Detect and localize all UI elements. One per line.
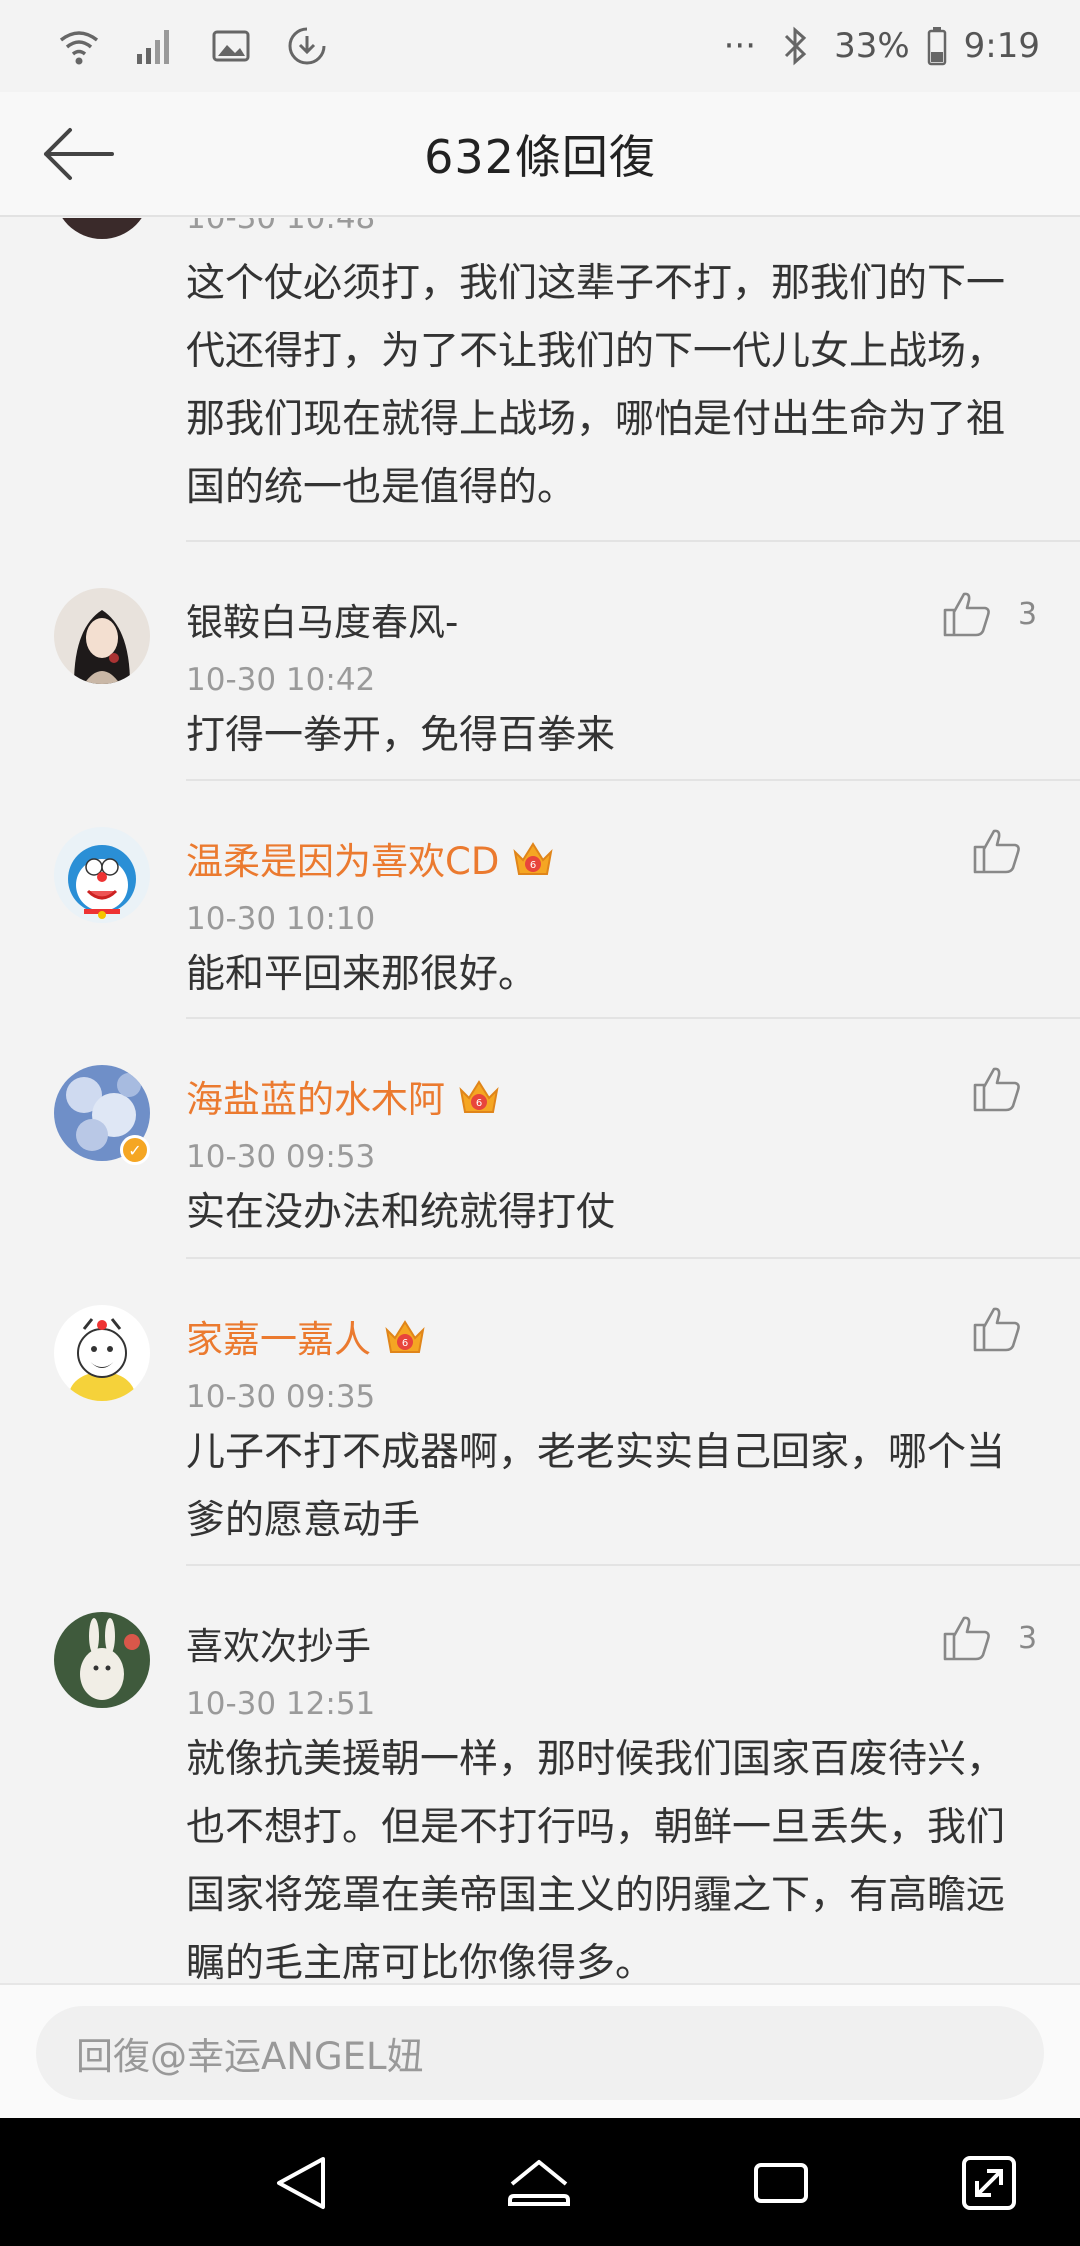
vip-crown-icon: 6 bbox=[459, 1080, 499, 1113]
header: 632條回復 bbox=[0, 92, 1080, 217]
username-text: 海盐蓝的水木阿 bbox=[186, 1078, 445, 1121]
avatar[interactable] bbox=[54, 1612, 150, 1708]
notification-dots: ··· bbox=[723, 26, 757, 66]
comment-time: 10-30 10:10 bbox=[186, 901, 376, 937]
status-left bbox=[56, 23, 330, 69]
recents-icon bbox=[754, 2163, 808, 2203]
comment-item: ✓ 海盐蓝的水木阿 6 10-30 09:53 实在没办法和统就得打仗 bbox=[0, 1019, 1080, 1257]
thumbs-up-icon bbox=[943, 1616, 990, 1661]
battery-percent: 33% bbox=[834, 26, 910, 66]
avatar[interactable] bbox=[54, 1305, 150, 1401]
svg-text:6: 6 bbox=[530, 860, 536, 871]
comment-item: 温柔是因为喜欢CD 6 10-30 10:10 能和平回来那很好。 bbox=[0, 781, 1080, 1017]
comment-item: 家嘉一嘉人 6 10-30 09:35 儿子不打不成器啊，老老实实自己回家，哪个… bbox=[0, 1259, 1080, 1564]
comment-username[interactable]: 家嘉一嘉人 6 bbox=[186, 1309, 427, 1363]
image-icon bbox=[208, 23, 254, 69]
like-button[interactable]: 3 bbox=[942, 1614, 1037, 1662]
signal-icon bbox=[132, 23, 178, 69]
vip-crown-icon: 6 bbox=[513, 842, 553, 875]
comment-time: 10-30 09:35 bbox=[186, 1379, 376, 1415]
comment-text: 儿子不打不成器啊，老老实实自己回家，哪个当爹的愿意动手 bbox=[186, 1430, 1006, 1543]
avatar[interactable] bbox=[54, 588, 150, 684]
thumbs-up-icon bbox=[973, 1067, 1020, 1112]
like-count: 3 bbox=[1018, 596, 1038, 632]
like-button[interactable] bbox=[972, 1305, 1022, 1353]
comment-username[interactable]: 银鞍白马度春风- bbox=[186, 592, 458, 646]
avatar[interactable] bbox=[54, 827, 150, 923]
comment-time: 10-30 12:51 bbox=[186, 1686, 376, 1722]
username-text: 家嘉一嘉人 bbox=[186, 1318, 371, 1361]
comment-text: 就像抗美援朝一样，那时候我们国家百废待兴，也不想打。但是不打行吗，朝鲜一旦丢失，… bbox=[186, 1737, 1006, 1983]
arrow-left-icon bbox=[44, 128, 114, 180]
nav-home-button[interactable] bbox=[508, 2152, 570, 2214]
username-text: 喜欢次抄手 bbox=[186, 1625, 371, 1668]
thumbs-up-icon bbox=[973, 829, 1020, 874]
battery-icon bbox=[926, 23, 948, 69]
comment-item: 银鞍白马度春风- 10-30 10:42 打得一拳开，免得百拳来 3 bbox=[0, 542, 1080, 779]
triangle-back-icon bbox=[277, 2157, 325, 2209]
verified-badge: ✓ bbox=[120, 1135, 150, 1165]
nav-back-button[interactable] bbox=[270, 2152, 332, 2214]
status-bar: ··· 33% 9:19 bbox=[0, 0, 1080, 92]
comment-username[interactable]: 温柔是因为喜欢CD 6 bbox=[186, 831, 555, 885]
home-icon bbox=[508, 2160, 570, 2206]
comment-text: 实在没办法和统就得打仗 bbox=[186, 1190, 616, 1235]
avatar[interactable] bbox=[54, 218, 150, 239]
bluetooth-icon bbox=[772, 23, 818, 69]
thumbs-up-icon bbox=[943, 592, 990, 637]
thumbs-up-icon bbox=[973, 1307, 1020, 1352]
comment-text: 这个仗必须打，我们这辈子不打，那我们的下一代还得打，为了不让我们的下一代儿女上战… bbox=[186, 261, 1006, 510]
comment-username[interactable]: 海盐蓝的水木阿 6 bbox=[186, 1069, 501, 1123]
nav-recents-button[interactable] bbox=[750, 2152, 812, 2214]
comment-text: 能和平回来那很好。 bbox=[186, 952, 538, 997]
expand-icon bbox=[962, 2156, 1016, 2210]
like-button[interactable] bbox=[972, 1065, 1022, 1113]
nav-expand-button[interactable] bbox=[958, 2152, 1020, 2214]
back-button[interactable] bbox=[40, 118, 120, 190]
username-text: 温柔是因为喜欢CD bbox=[186, 840, 500, 883]
download-icon bbox=[284, 23, 330, 69]
comment-text: 打得一拳开，免得百拳来 bbox=[186, 713, 616, 758]
svg-text:6: 6 bbox=[476, 1098, 482, 1109]
comment-time: 10-30 10:48 bbox=[186, 218, 376, 236]
username-text: 银鞍白马度春风- bbox=[186, 601, 459, 644]
like-button[interactable]: 3 bbox=[942, 590, 1037, 638]
comment-username[interactable]: 喜欢次抄手 bbox=[186, 1616, 371, 1670]
navigation-bar bbox=[0, 2118, 1080, 2246]
comment-time: 10-30 10:42 bbox=[186, 662, 376, 698]
wifi-icon bbox=[56, 23, 102, 69]
reply-bar: 回復@幸运ANGEL妞 bbox=[0, 1983, 1080, 2118]
like-count: 3 bbox=[1018, 1620, 1038, 1656]
page-title: 632條回復 bbox=[424, 129, 656, 184]
comment-item: 10-30 10:48 这个仗必须打，我们这辈子不打，那我们的下一代还得打，为了… bbox=[0, 218, 1080, 541]
vip-crown-icon: 6 bbox=[385, 1320, 425, 1353]
clock: 9:19 bbox=[963, 26, 1040, 66]
like-button[interactable] bbox=[972, 827, 1022, 875]
reply-input[interactable]: 回復@幸运ANGEL妞 bbox=[36, 2006, 1044, 2100]
screen: ··· 33% 9:19 632條回復 10-30 10:48 这个仗必须打，我… bbox=[0, 0, 1080, 2246]
status-right: ··· 33% 9:19 bbox=[724, 23, 1040, 69]
comment-item: 喜欢次抄手 10-30 12:51 就像抗美援朝一样，那时候我们国家百废待兴，也… bbox=[0, 1566, 1080, 1983]
comment-list[interactable]: 10-30 10:48 这个仗必须打，我们这辈子不打，那我们的下一代还得打，为了… bbox=[0, 218, 1080, 1983]
svg-text:6: 6 bbox=[402, 1338, 408, 1349]
comment-time: 10-30 09:53 bbox=[186, 1139, 376, 1175]
